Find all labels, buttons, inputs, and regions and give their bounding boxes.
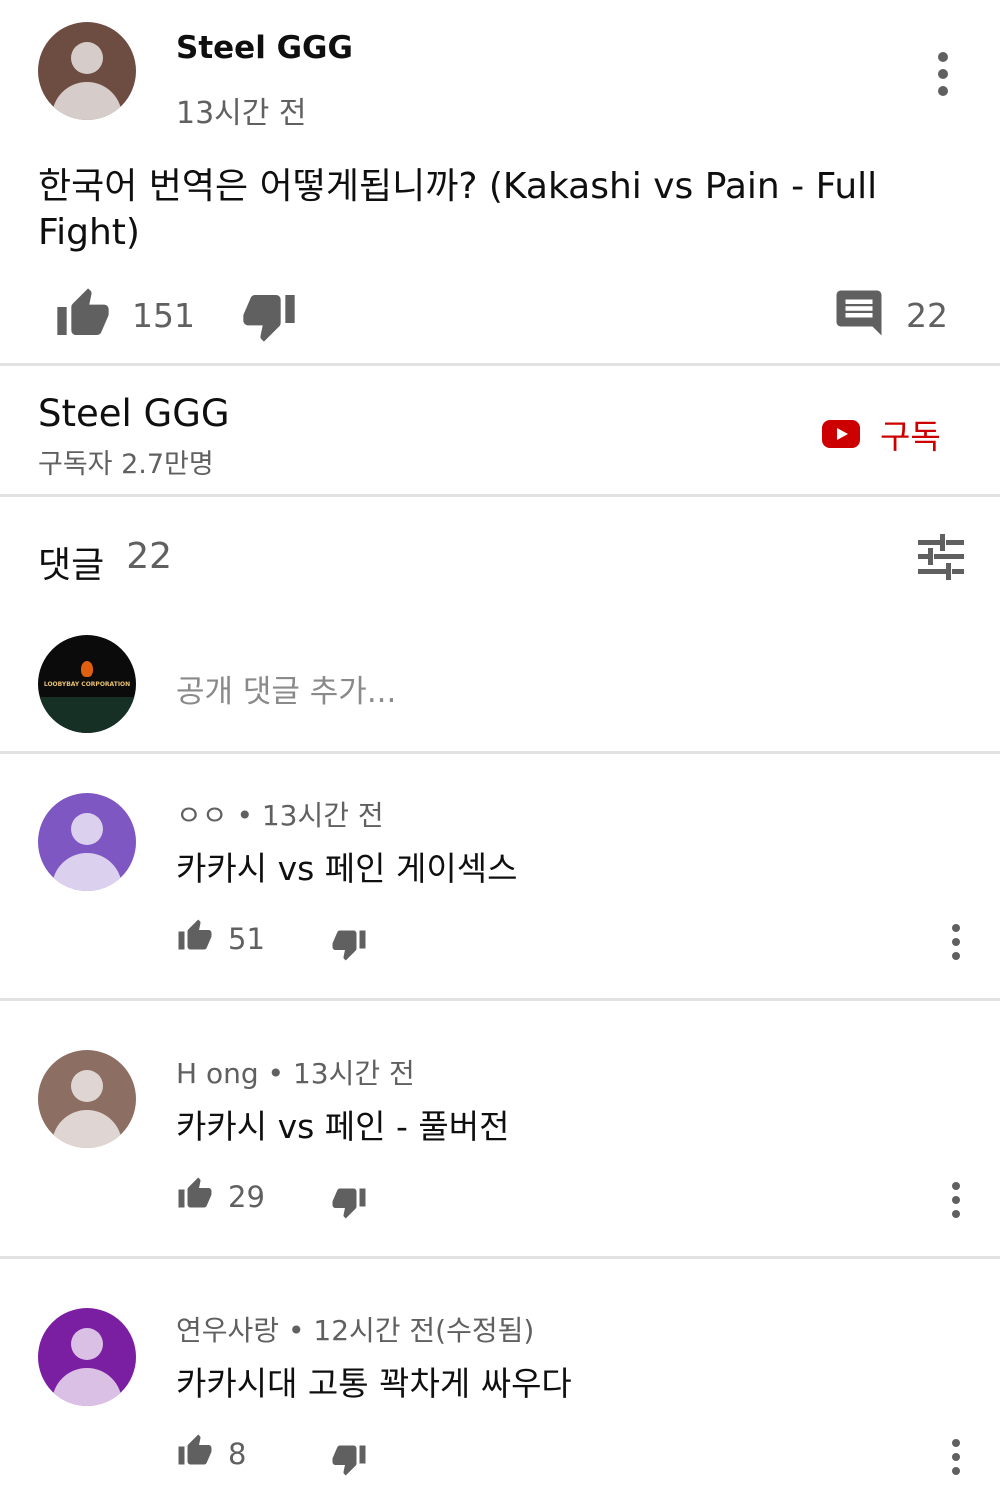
meta-separator: • xyxy=(267,1057,293,1090)
comment-more-button[interactable] xyxy=(950,1439,962,1475)
channel-subscriber-count: 구독자 2.7만명 xyxy=(38,449,214,480)
comment-author[interactable]: 연우사랑 xyxy=(176,1314,279,1347)
divider xyxy=(0,998,1000,1001)
divider xyxy=(0,1256,1000,1259)
comment-dislike-button[interactable] xyxy=(330,1441,368,1477)
comment-avatar[interactable] xyxy=(38,1050,136,1148)
comment-avatar[interactable] xyxy=(38,793,136,891)
fire-emblem-icon xyxy=(81,661,93,677)
post-reply-button[interactable] xyxy=(832,286,886,340)
comment-icon xyxy=(836,290,882,336)
comment-more-button[interactable] xyxy=(950,1182,962,1218)
thumb-up-icon xyxy=(178,1177,212,1208)
thumb-up-icon xyxy=(57,288,109,335)
post-reply-count: 22 xyxy=(906,296,948,335)
thumb-down-icon xyxy=(332,1188,366,1219)
comment-author[interactable]: H ong xyxy=(176,1057,259,1090)
thumb-up-icon xyxy=(178,919,212,950)
post-avatar[interactable] xyxy=(38,22,136,120)
divider xyxy=(0,494,1000,497)
comment-text: 카카시 vs 페인 게이섹스 xyxy=(176,849,518,888)
comment-like-count: 8 xyxy=(228,1437,247,1471)
post-more-button[interactable] xyxy=(937,52,949,96)
comment-text: 카카시대 고통 꽉차게 싸우다 xyxy=(176,1364,572,1403)
comment-meta: 연우사랑 • 12시간 전(수정됨) xyxy=(176,1309,534,1349)
meta-separator: • xyxy=(287,1314,314,1347)
comment-dislike-button[interactable] xyxy=(330,1184,368,1220)
comment-time: 12시간 전(수정됨) xyxy=(313,1314,535,1347)
thumb-up-icon xyxy=(178,1434,212,1465)
add-comment-input[interactable]: 공개 댓글 추가... xyxy=(176,666,936,711)
comment-text: 카카시 vs 페인 - 풀버전 xyxy=(176,1107,510,1146)
post-dislike-button[interactable] xyxy=(240,288,298,344)
comments-label: 댓글 xyxy=(38,545,105,586)
post-like-button[interactable] xyxy=(54,286,112,342)
subscribe-label: 구독 xyxy=(880,417,941,456)
thumb-down-icon xyxy=(332,1445,366,1476)
comments-count: 22 xyxy=(126,536,173,577)
comment-author[interactable]: ㅇㅇ xyxy=(176,799,228,832)
comment-time: 13시간 전 xyxy=(261,799,384,832)
divider xyxy=(0,751,1000,754)
comment-meta: H ong • 13시간 전 xyxy=(176,1052,415,1092)
my-avatar-text: LOOBYBAY CORPORATION xyxy=(43,681,131,688)
comment-like-count: 51 xyxy=(228,922,265,956)
comment-more-button[interactable] xyxy=(950,924,962,960)
thumb-down-icon xyxy=(243,295,295,342)
my-avatar: LOOBYBAY CORPORATION xyxy=(38,635,136,733)
channel-name[interactable]: Steel GGG xyxy=(38,392,230,435)
meta-separator: • xyxy=(236,799,262,832)
comment-avatar[interactable] xyxy=(38,1308,136,1406)
comment-like-button[interactable] xyxy=(176,1433,214,1469)
comments-header: 댓글 22 xyxy=(38,536,172,588)
comment-like-button[interactable] xyxy=(176,1176,214,1212)
post-author[interactable]: Steel GGG xyxy=(176,30,353,66)
youtube-logo-icon xyxy=(822,420,860,448)
post-text: 한국어 번역은 어떻게됩니까? (Kakashi vs Pain - Full … xyxy=(38,166,878,253)
comment-like-button[interactable] xyxy=(176,918,214,954)
sort-icon xyxy=(918,534,964,580)
divider xyxy=(0,363,1000,366)
post-like-count: 151 xyxy=(132,296,195,335)
subscribe-button[interactable]: 구독 xyxy=(822,410,941,458)
comment-time: 13시간 전 xyxy=(292,1057,415,1090)
post-time: 13시간 전 xyxy=(176,96,307,131)
comment-like-count: 29 xyxy=(228,1180,265,1214)
thumb-down-icon xyxy=(332,930,366,961)
comment-meta: ㅇㅇ • 13시간 전 xyxy=(176,794,384,834)
comment-dislike-button[interactable] xyxy=(330,926,368,962)
sort-button[interactable] xyxy=(916,534,966,580)
